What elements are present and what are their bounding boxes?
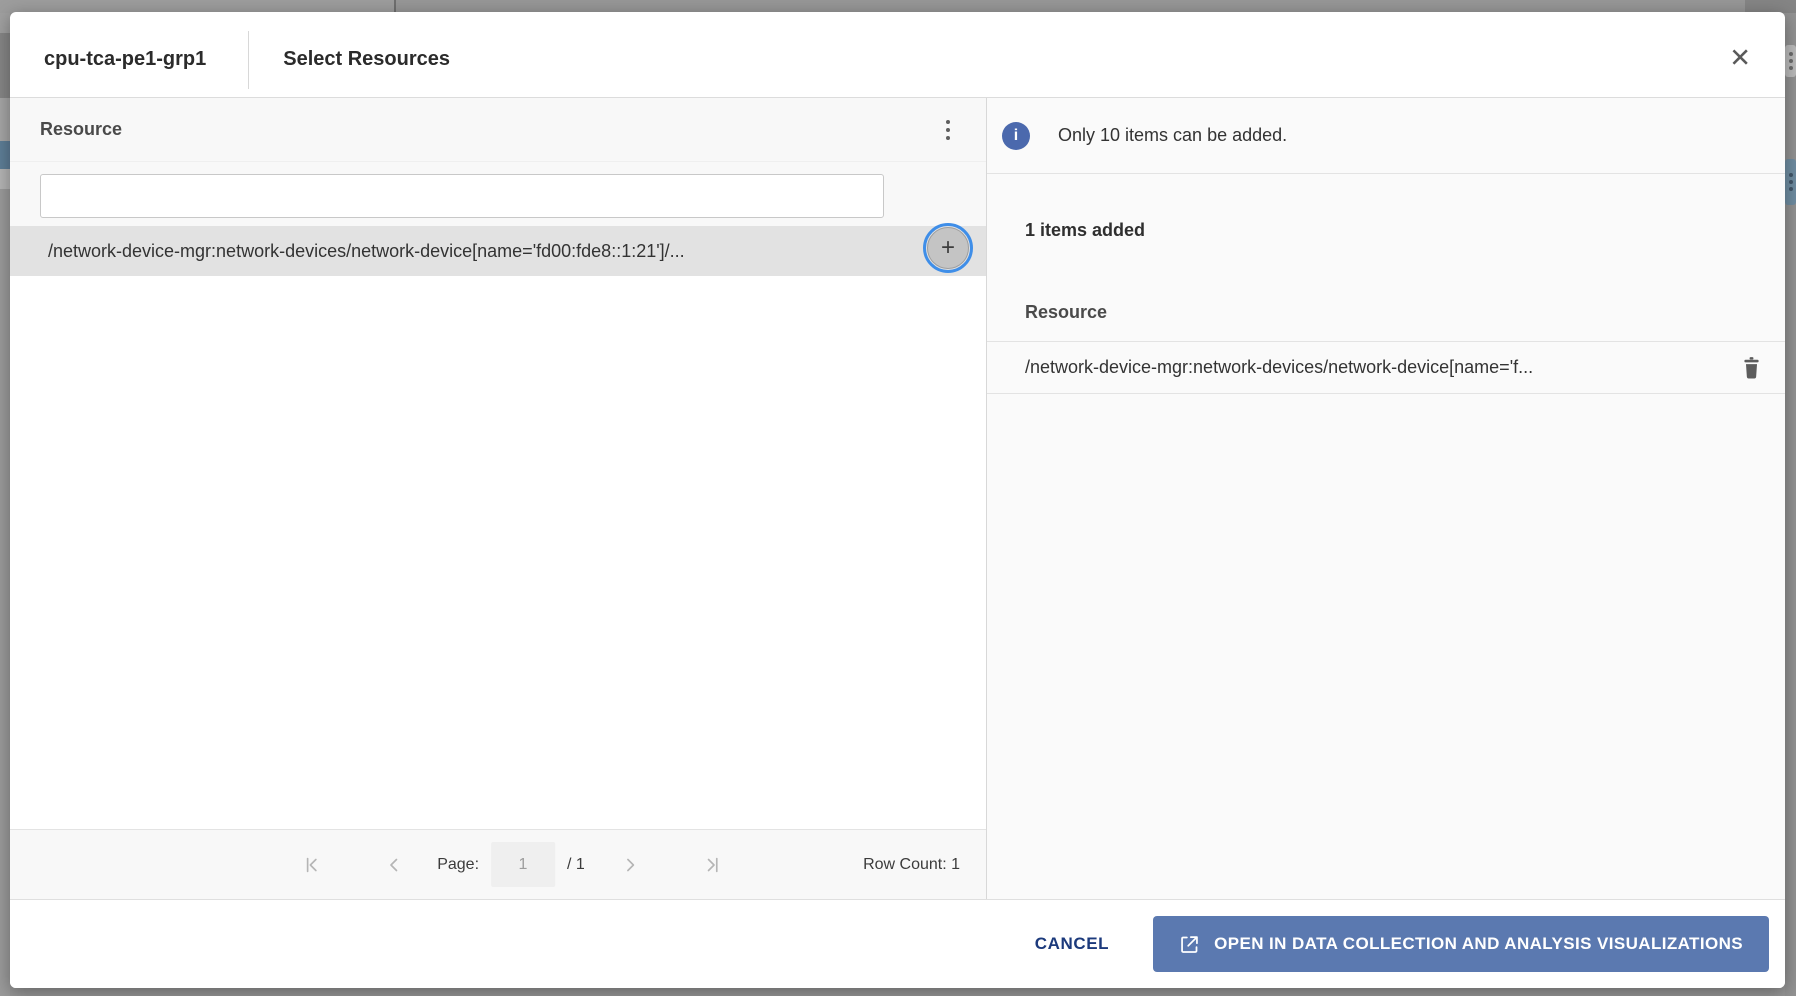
resource-column-header: Resource xyxy=(10,98,986,162)
next-page-icon[interactable] xyxy=(617,852,643,878)
resource-path: /network-device-mgr:network-devices/netw… xyxy=(48,241,685,262)
resource-picker-panel: Resource /network-device-mgr:network-dev… xyxy=(10,98,987,899)
plus-icon: + xyxy=(941,234,955,261)
resource-filter-input[interactable] xyxy=(40,174,884,218)
open-visualizations-label: OPEN IN DATA COLLECTION AND ANALYSIS VIS… xyxy=(1214,934,1743,954)
drag-handle-icon xyxy=(1785,159,1796,205)
column-options-kebab-icon[interactable] xyxy=(942,116,954,144)
dialog-header: cpu-tca-pe1-grp1 Select Resources ✕ xyxy=(10,12,1785,98)
cancel-button[interactable]: CANCEL xyxy=(1035,934,1109,954)
delete-resource-button[interactable] xyxy=(1740,355,1763,381)
drag-handle-icon xyxy=(1785,45,1796,77)
backdrop-right-strip xyxy=(1785,13,1796,996)
page-label: Page: xyxy=(437,856,479,874)
page-number-input[interactable] xyxy=(491,842,555,887)
last-page-icon[interactable] xyxy=(699,852,725,878)
resource-column-label: Resource xyxy=(40,119,122,140)
dialog-footer: CANCEL OPEN IN DATA COLLECTION AND ANALY… xyxy=(10,900,1785,988)
context-title: cpu-tca-pe1-grp1 xyxy=(44,48,206,71)
page-total: / 1 xyxy=(567,856,585,874)
select-resources-dialog: cpu-tca-pe1-grp1 Select Resources ✕ Reso… xyxy=(10,12,1785,988)
selected-resource-column-label: Resource xyxy=(1025,302,1785,323)
add-resource-button[interactable]: + xyxy=(927,227,969,269)
added-resource-row: /network-device-mgr:network-devices/netw… xyxy=(987,341,1785,394)
backdrop-left-strip xyxy=(0,13,10,996)
row-count: Row Count: 1 xyxy=(863,856,960,874)
info-icon: i xyxy=(1002,122,1030,150)
header-divider xyxy=(248,31,249,89)
dialog-body: Resource /network-device-mgr:network-dev… xyxy=(10,98,1785,900)
first-page-icon[interactable] xyxy=(299,852,325,878)
resource-list-empty-area xyxy=(10,276,986,829)
info-banner: i Only 10 items can be added. xyxy=(987,98,1785,174)
selected-resources-panel: i Only 10 items can be added. 1 items ad… xyxy=(987,98,1785,899)
open-visualizations-button[interactable]: OPEN IN DATA COLLECTION AND ANALYSIS VIS… xyxy=(1153,916,1769,972)
close-icon: ✕ xyxy=(1729,42,1751,72)
external-link-icon xyxy=(1179,934,1200,955)
resource-filter-row xyxy=(10,162,986,226)
pagination-bar: Page: / 1 Row Count: 1 xyxy=(10,829,986,899)
info-message: Only 10 items can be added. xyxy=(1058,125,1287,146)
close-button[interactable]: ✕ xyxy=(1725,40,1755,74)
trash-icon xyxy=(1742,357,1761,379)
previous-page-icon[interactable] xyxy=(381,852,407,878)
dialog-title: Select Resources xyxy=(283,48,450,71)
items-added-count: 1 items added xyxy=(1025,220,1785,241)
resource-row[interactable]: /network-device-mgr:network-devices/netw… xyxy=(10,226,986,276)
added-resource-path: /network-device-mgr:network-devices/netw… xyxy=(1025,357,1533,378)
